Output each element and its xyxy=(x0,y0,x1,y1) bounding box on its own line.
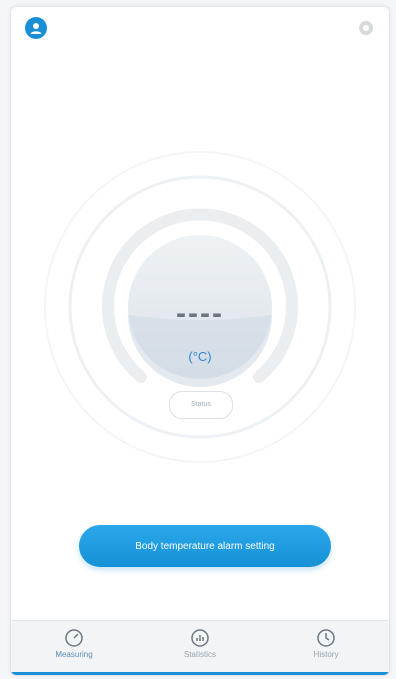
app-screen: ---- (°C) Status Body temperature alarm … xyxy=(10,6,390,676)
status-pill[interactable]: Status xyxy=(169,391,233,419)
user-icon xyxy=(30,23,42,34)
gear-icon xyxy=(359,21,373,35)
bottom-nav: Measuring Statistics History xyxy=(11,620,389,675)
alarm-setting-button[interactable]: Body temperature alarm setting xyxy=(79,525,331,567)
clock-icon xyxy=(317,629,335,647)
settings-button[interactable] xyxy=(357,19,375,37)
temperature-unit: (°C) xyxy=(188,349,212,364)
nav-measuring[interactable]: Measuring xyxy=(11,621,137,675)
nav-measuring-label: Measuring xyxy=(55,650,93,659)
temperature-reading: ---- xyxy=(176,297,224,330)
nav-bottom-bar xyxy=(11,672,389,675)
status-label: Status xyxy=(191,401,211,408)
profile-avatar-button[interactable] xyxy=(25,17,47,39)
alarm-setting-label: Body temperature alarm setting xyxy=(135,540,275,552)
chart-icon xyxy=(191,629,209,647)
nav-statistics-label: Statistics xyxy=(183,650,216,659)
gauge-icon xyxy=(65,629,83,647)
temperature-gauge: ---- (°C) Status xyxy=(11,147,389,467)
nav-statistics[interactable]: Statistics xyxy=(137,621,263,675)
nav-history[interactable]: History xyxy=(263,621,389,675)
nav-history-label: History xyxy=(313,650,339,659)
